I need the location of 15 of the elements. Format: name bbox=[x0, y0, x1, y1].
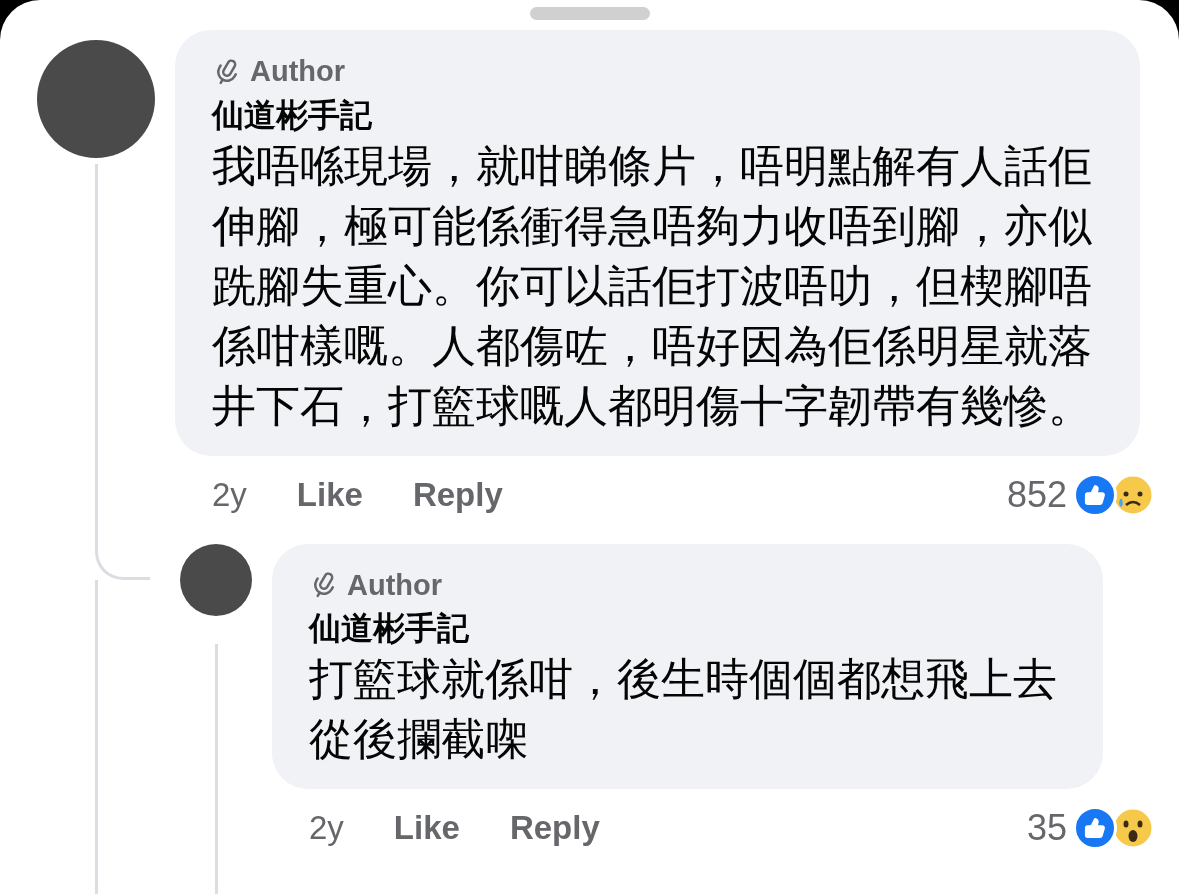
commenter-name: 仙道彬手記 bbox=[309, 609, 470, 648]
author-label: Author bbox=[250, 54, 346, 89]
comment-text: 打籃球就係咁，後生時個個都想飛上去從後攔截㗎 bbox=[309, 653, 1058, 765]
comment-action-link[interactable]: Reply bbox=[509, 803, 600, 853]
reaction-count: 35 bbox=[1026, 806, 1067, 850]
comment-action-link[interactable]: Like bbox=[393, 803, 460, 853]
comment-text: 我唔喺現場，就咁睇條片，唔明點解有人話佢伸腳，極可能係衝得急唔夠力收唔到腳，亦似跣腳失重心。你可以話佢打波唔叻，但楔腳唔係咁樣嘅。人都傷咗，唔好因為佢係明星就落井下石，打籃球嘅人都明傷十字韌帶有幾慘。 bbox=[212, 139, 1093, 432]
comment-time: 2y bbox=[309, 808, 344, 849]
author-label: Author bbox=[347, 567, 443, 603]
comment-time: 2y bbox=[212, 474, 247, 515]
comment-action-link[interactable]: Like bbox=[296, 469, 363, 520]
comment-action-link[interactable]: Reply bbox=[412, 469, 503, 520]
commenter-name: 仙道彬手記 bbox=[212, 95, 373, 135]
drag-handle[interactable] bbox=[529, 7, 650, 20]
reaction-count: 852 bbox=[1006, 472, 1067, 517]
